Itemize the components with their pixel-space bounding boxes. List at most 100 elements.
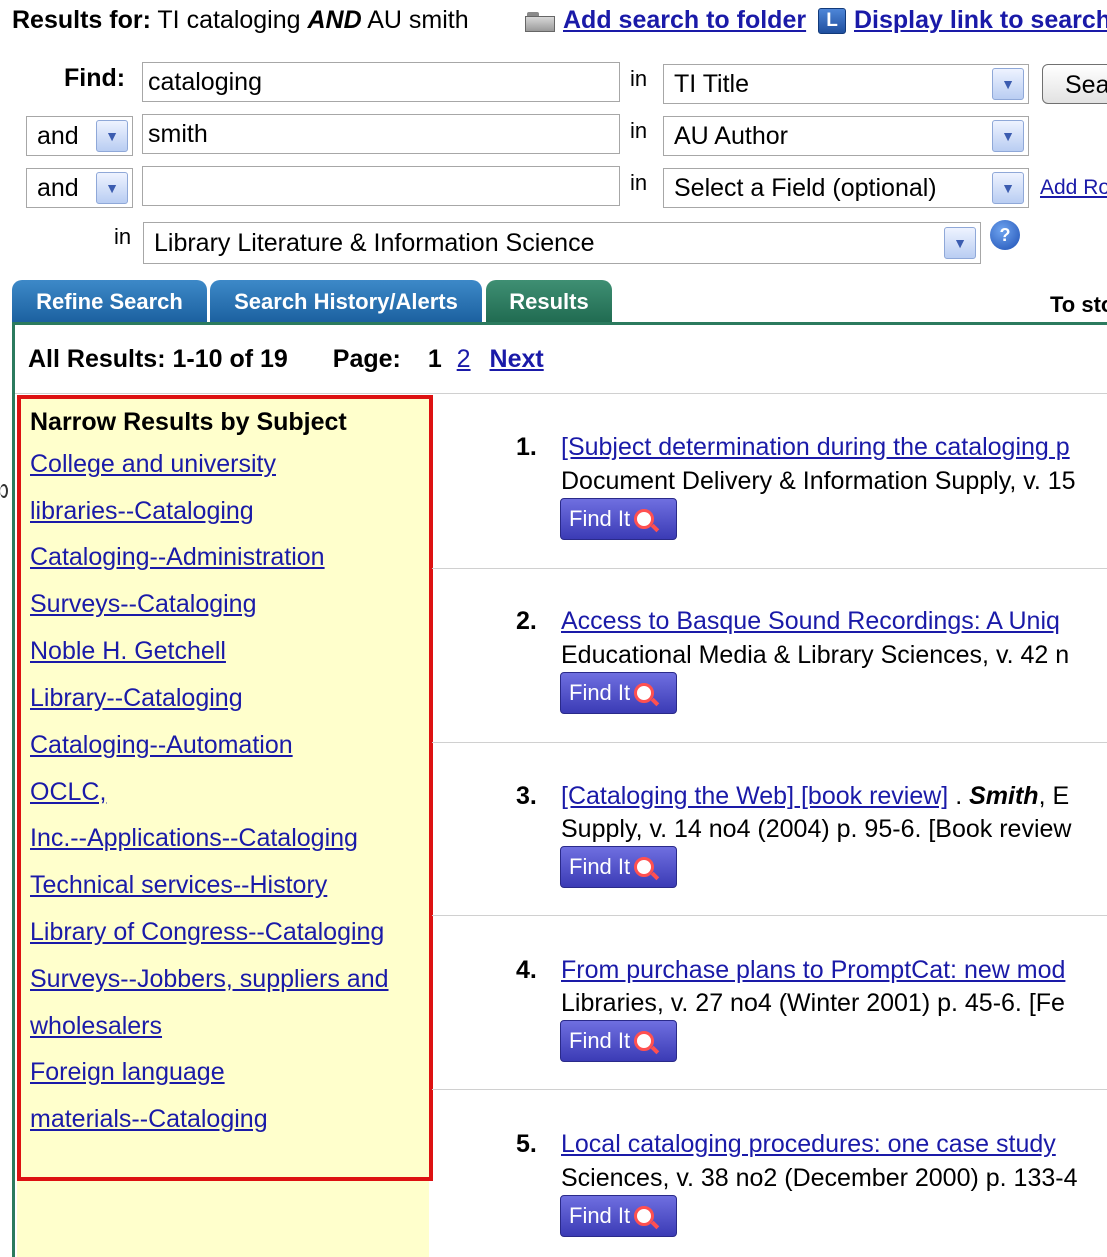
- in-label: in: [630, 66, 648, 91]
- subject-link[interactable]: Surveys--Cataloging: [30, 590, 257, 619]
- add-row-link[interactable]: Add Row: [1040, 176, 1107, 200]
- divider: [15, 393, 1107, 394]
- find-it-label: Find It: [569, 1028, 631, 1053]
- result-number: 1.: [516, 433, 537, 461]
- result-title-link[interactable]: [Subject determination during the catalo…: [561, 433, 1070, 462]
- boolean-operator-select-2[interactable]: and ▼: [26, 116, 133, 156]
- result-divider: [432, 568, 1107, 569]
- in-label: in: [114, 224, 132, 249]
- subject-link[interactable]: College and university: [30, 450, 276, 479]
- find-it-button[interactable]: Find It: [560, 846, 677, 888]
- subject-link[interactable]: Surveys--Jobbers, suppliers and: [30, 965, 389, 994]
- magnifier-icon: [634, 1031, 655, 1051]
- chevron-down-icon[interactable]: ▼: [992, 172, 1024, 204]
- chevron-down-icon[interactable]: ▼: [992, 68, 1024, 100]
- result-title-link[interactable]: Access to Basque Sound Recordings: A Uni…: [561, 607, 1060, 636]
- subject-link[interactable]: Library--Cataloging: [30, 684, 243, 713]
- tab-search-history-alerts[interactable]: Search History/Alerts: [210, 280, 482, 324]
- query-part2: AU smith: [367, 6, 469, 34]
- permalink-icon: L: [818, 7, 846, 34]
- search-button[interactable]: Search: [1042, 64, 1107, 104]
- add-search-to-folder-link[interactable]: Add search to folder: [563, 6, 806, 35]
- query-operator: AND: [307, 6, 362, 34]
- subject-link[interactable]: Cataloging--Administration: [30, 543, 325, 572]
- magnifier-icon: [634, 1206, 655, 1226]
- find-it-label: Find It: [569, 1203, 631, 1228]
- chevron-down-icon[interactable]: ▼: [944, 227, 976, 259]
- in-label: in: [630, 118, 648, 143]
- tab-right-text: To sto: [1050, 292, 1107, 317]
- current-page: 1: [427, 345, 442, 373]
- subject-link[interactable]: Library of Congress--Cataloging: [30, 918, 384, 947]
- add-search-to-folder[interactable]: Add search to folder: [525, 6, 806, 35]
- tab-results[interactable]: Results: [486, 280, 612, 324]
- display-link-to-search[interactable]: L Display link to search: [818, 6, 1107, 35]
- chevron-down-icon[interactable]: ▼: [96, 172, 128, 204]
- result-title-link[interactable]: From purchase plans to PromptCat: new mo…: [561, 956, 1065, 985]
- subject-link[interactable]: Technical services--History: [30, 871, 327, 900]
- result-number: 5.: [516, 1130, 537, 1158]
- find-it-button[interactable]: Find It: [560, 498, 677, 540]
- result-number: 2.: [516, 607, 537, 635]
- magnifier-icon: [634, 509, 655, 529]
- chevron-down-icon[interactable]: ▼: [992, 120, 1024, 152]
- result-author: Smith: [969, 782, 1039, 810]
- subject-link[interactable]: wholesalers: [30, 1012, 162, 1041]
- result-source: Document Delivery & Information Supply, …: [561, 467, 1076, 495]
- find-it-label: Find It: [569, 854, 631, 879]
- find-label: Find:: [64, 64, 126, 92]
- result-divider: [432, 915, 1107, 916]
- result-number: 3.: [516, 782, 537, 810]
- result-title-line: [Cataloging the Web] [book review] . Smi…: [561, 782, 1069, 811]
- subject-link[interactable]: Cataloging--Automation: [30, 731, 293, 760]
- next-page-link[interactable]: Next: [490, 345, 544, 373]
- subject-link[interactable]: materials--Cataloging: [30, 1105, 268, 1134]
- result-title-suffix: .: [948, 782, 970, 810]
- page-label: Page:: [332, 345, 401, 373]
- magnifier-icon: [634, 683, 655, 703]
- database-select-value: Library Literature & Information Science: [154, 228, 595, 257]
- result-number: 4.: [516, 956, 537, 984]
- search-term-input-1[interactable]: [142, 62, 620, 102]
- subject-link[interactable]: libraries--Cataloging: [30, 497, 254, 526]
- results-for-line: Results for: TI cataloging AND AU smith: [12, 6, 469, 35]
- results-summary: All Results: 1-10 of 19 Page: 1 2 Next: [28, 345, 544, 374]
- boolean-operator-2-value: and: [37, 121, 79, 150]
- result-author-suffix: , E: [1038, 782, 1070, 810]
- subject-link[interactable]: Inc.--Applications--Cataloging: [30, 824, 358, 853]
- subject-link[interactable]: OCLC,: [30, 778, 106, 807]
- field-select-2[interactable]: AU Author ▼: [663, 116, 1029, 156]
- find-it-button[interactable]: Find It: [560, 1020, 677, 1062]
- field-select-1-value: TI Title: [674, 69, 750, 98]
- results-for-label: Results for:: [12, 6, 151, 34]
- subject-link[interactable]: Foreign language: [30, 1058, 225, 1087]
- search-term-input-3[interactable]: [142, 166, 620, 206]
- boolean-operator-select-3[interactable]: and ▼: [26, 168, 133, 208]
- database-select[interactable]: Library Literature & Information Science…: [143, 222, 981, 264]
- result-title-link[interactable]: Local cataloging procedures: one case st…: [561, 1130, 1056, 1159]
- result-title-link[interactable]: [Cataloging the Web] [book review]: [561, 782, 948, 810]
- field-select-3[interactable]: Select a Field (optional) ▼: [663, 168, 1029, 208]
- result-source: Libraries, v. 27 no4 (Winter 2001) p. 45…: [561, 989, 1065, 1017]
- folder-icon: [525, 10, 555, 32]
- boolean-operator-3-value: and: [37, 173, 79, 202]
- result-divider: [432, 1089, 1107, 1090]
- search-term-input-2[interactable]: [142, 114, 620, 154]
- tab-bar-divider: [12, 322, 1107, 325]
- result-source: Educational Media & Library Sciences, v.…: [561, 641, 1070, 669]
- find-it-button[interactable]: Find It: [560, 1195, 677, 1237]
- query-part1: TI cataloging: [157, 6, 301, 34]
- find-it-button[interactable]: Find It: [560, 672, 677, 714]
- field-select-2-value: AU Author: [674, 121, 788, 150]
- page-2-link[interactable]: 2: [457, 345, 471, 373]
- result-source: Sciences, v. 38 no2 (December 2000) p. 1…: [561, 1164, 1078, 1192]
- edge-mark: [0, 484, 8, 498]
- display-link-to-search-link[interactable]: Display link to search: [854, 6, 1107, 35]
- find-it-label: Find It: [569, 506, 631, 531]
- subject-link[interactable]: Noble H. Getchell: [30, 637, 226, 666]
- tab-refine-search[interactable]: Refine Search: [12, 280, 207, 324]
- help-icon[interactable]: ?: [990, 220, 1020, 250]
- result-divider: [432, 742, 1107, 743]
- field-select-1[interactable]: TI Title ▼: [663, 64, 1029, 104]
- chevron-down-icon[interactable]: ▼: [96, 120, 128, 152]
